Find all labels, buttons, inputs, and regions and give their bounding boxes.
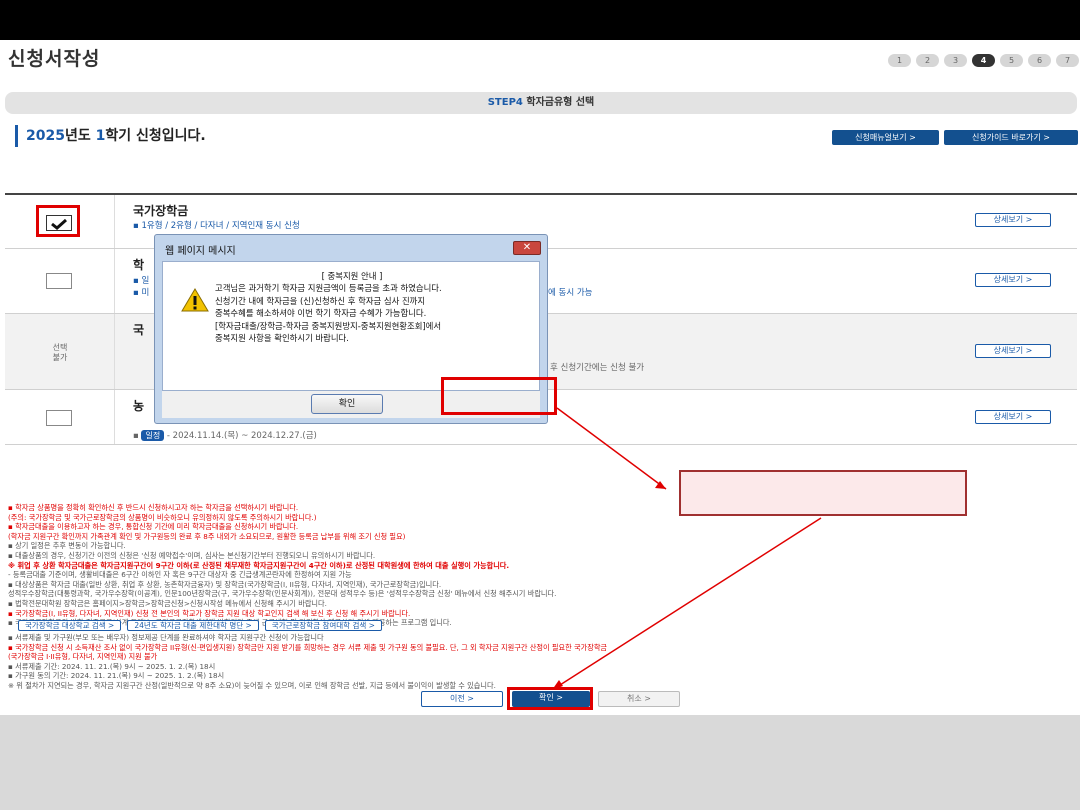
highlight-box-confirm bbox=[507, 687, 593, 710]
notice-list: ▪ 학자금 상품명을 정확히 확인하신 후 반드시 신청하시고자 하는 학자금을… bbox=[8, 503, 557, 628]
loan-restricted-list-link[interactable]: 24년도 학자금 대출 제한대학 명단 > bbox=[127, 620, 259, 631]
link-buttons: 국가장학금 대상학교 검색 > 24년도 학자금 대출 제한대학 명단 > 국가… bbox=[18, 620, 382, 631]
scholarship-school-search-link[interactable]: 국가장학금 대상학교 검색 > bbox=[18, 620, 122, 631]
work-study-school-search-link[interactable]: 국가근로장학금 참여대학 검색 > bbox=[264, 620, 382, 631]
notice-list-2: ▪ 서류제출 및 가구원(부모 또는 배우자) 정보제공 단계를 완료하셔야 학… bbox=[8, 633, 608, 690]
cancel-button[interactable]: 취소 > bbox=[598, 691, 680, 707]
prev-button[interactable]: 이전 > bbox=[421, 691, 503, 707]
